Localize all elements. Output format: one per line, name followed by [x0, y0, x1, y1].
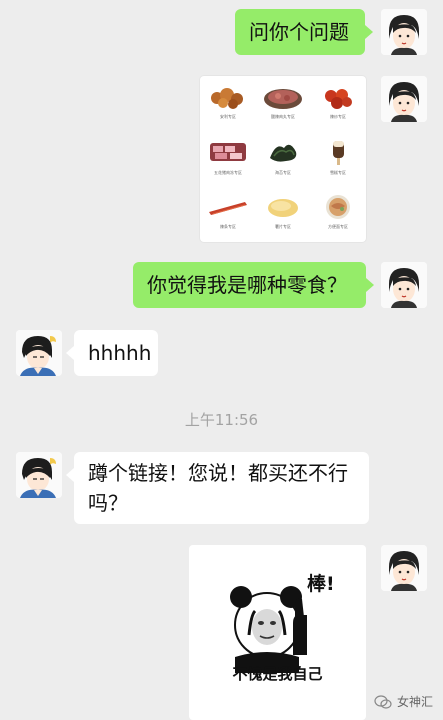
message-text: 问你个问题 — [249, 20, 349, 44]
message-text: 蹲个链接！您说！都买还不行吗？ — [88, 461, 348, 515]
food-caption: 海苔专区 — [275, 170, 291, 175]
message-bubble-sent[interactable]: 你觉得我是哪种零食？ — [133, 262, 366, 308]
watermark: 女神汇 — [374, 693, 433, 710]
food-item: 海苔专区 — [256, 138, 310, 175]
message-text: hhhhh — [88, 341, 152, 365]
food-item: 薯片专区 — [256, 194, 310, 229]
panda-meme-graphic — [230, 586, 307, 673]
avatar-self[interactable] — [381, 262, 427, 308]
food-item: 方便面专区 — [311, 194, 365, 229]
food-item: 五花猪肉冻专区 — [201, 138, 255, 175]
avatar-self[interactable] — [381, 545, 427, 591]
food-item: 酸辣肉丸专区 — [256, 84, 310, 119]
food-item: 辣条专区 — [201, 194, 255, 229]
chat-window: 问你个问题 安利专区 酸辣肉丸专区 辣炒专区 五花猪肉冻专区 海苔专区 雪糕专区… — [0, 0, 443, 720]
food-caption: 雪糕专区 — [330, 170, 346, 175]
food-caption: 安利专区 — [220, 114, 236, 119]
avatar-contact[interactable] — [16, 330, 62, 376]
food-caption: 薯片专区 — [275, 224, 291, 229]
wechat-icon — [374, 694, 392, 709]
avatar-contact[interactable] — [16, 452, 62, 498]
food-caption: 辣条专区 — [220, 224, 236, 229]
food-caption: 五花猪肉冻专区 — [214, 170, 242, 175]
watermark-text: 女神汇 — [396, 695, 433, 709]
message-timestamp: 上午11:56 — [184, 411, 259, 429]
food-caption: 酸辣肉丸专区 — [271, 114, 295, 119]
message-text: 你觉得我是哪种零食？ — [147, 273, 347, 297]
message-bubble-sent[interactable]: 问你个问题 — [235, 9, 365, 55]
avatar-self[interactable] — [381, 9, 427, 55]
sticker-caption: 不愧是我自己 — [232, 665, 323, 683]
sticker-title: 棒! — [307, 573, 335, 595]
message-bubble-received[interactable]: hhhhh — [74, 330, 158, 376]
food-caption: 辣炒专区 — [330, 114, 346, 119]
avatar-self[interactable] — [381, 76, 427, 122]
food-caption: 方便面专区 — [328, 224, 348, 229]
food-item: 辣炒专区 — [311, 84, 365, 119]
snack-image-card[interactable]: 安利专区 酸辣肉丸专区 辣炒专区 五花猪肉冻专区 海苔专区 雪糕专区 辣条专区 … — [200, 76, 366, 242]
message-bubble-received[interactable]: 蹲个链接！您说！都买还不行吗？ — [74, 452, 369, 524]
sticker-image[interactable]: 棒! 不愧是我自己 — [189, 545, 366, 720]
food-item: 雪糕专区 — [311, 138, 365, 175]
food-item: 安利专区 — [201, 84, 255, 119]
